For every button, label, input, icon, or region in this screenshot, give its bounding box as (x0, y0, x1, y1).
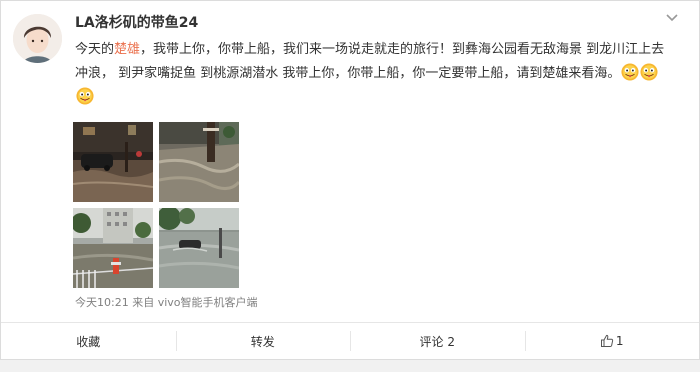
thumbs-up-icon (600, 334, 614, 347)
like-count: 1 (615, 334, 624, 348)
action-bar: 收藏 转发 评论 2 1 (1, 322, 699, 359)
topic-link[interactable]: 楚雄 (114, 42, 140, 57)
post-meta: 今天10:21 来自 vivo智能手机客户端 (75, 296, 258, 309)
favorite-button[interactable]: 收藏 (1, 323, 176, 359)
tongue-face-emoji-icon (76, 87, 94, 105)
post-text: 今天的楚雄，我带上你，你带上船，我们来一场说走就走的旅行！到彝海公园看无敌海景 … (75, 38, 675, 110)
photo-flooded-street-buildings[interactable] (73, 208, 153, 288)
photo-flooded-street-night-car[interactable] (73, 122, 153, 202)
user-avatar[interactable] (13, 14, 62, 63)
username-link[interactable]: LA洛杉矶的带鱼24 (75, 12, 198, 32)
repost-label: 转发 (250, 334, 275, 349)
post-text-intro: 今天的 (75, 42, 115, 57)
chevron-down-icon[interactable] (665, 11, 679, 25)
comment-button[interactable]: 评论 2 (350, 323, 525, 359)
photo-flooded-road-car[interactable] (159, 208, 239, 288)
tongue-face-emoji-icon (621, 63, 639, 81)
post-text-body: ，我带上你，你带上船，我们来一场说走就走的旅行！到彝海公园看无敌海景 到龙川江上… (75, 42, 665, 81)
favorite-label: 收藏 (76, 334, 101, 349)
photo-flooded-street-tree[interactable] (159, 122, 239, 202)
tongue-face-emoji-icon (640, 63, 658, 81)
repost-button[interactable]: 转发 (175, 323, 351, 359)
like-button[interactable]: 1 (524, 323, 700, 359)
comment-label: 评论 2 (419, 334, 455, 349)
weibo-post-card: LA洛杉矶的带鱼24 今天的楚雄，我带上你，你带上船，我们来一场说走就走的旅行！… (0, 0, 700, 360)
